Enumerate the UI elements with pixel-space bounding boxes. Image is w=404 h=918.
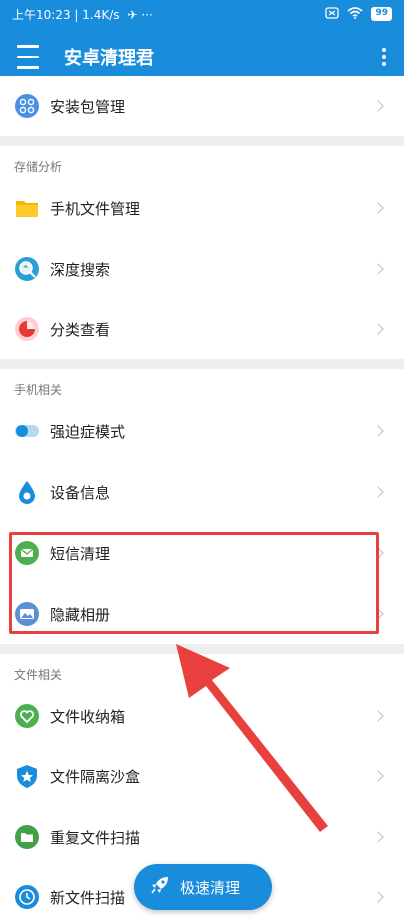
status-time: 上午10:23: [12, 7, 71, 22]
chevron-right-icon: [372, 100, 384, 112]
section-separator: [0, 644, 404, 654]
menu-item-hidden-album[interactable]: 隐藏相册: [0, 584, 404, 644]
search-globe-icon: [14, 256, 40, 282]
chevron-right-icon: [372, 263, 384, 275]
folder-green-icon: [14, 824, 40, 850]
menu-item-label: 文件隔离沙盒: [50, 767, 141, 786]
app-title: 安卓清理君: [64, 48, 154, 69]
photo-icon: [14, 601, 40, 627]
quick-clean-button[interactable]: 极速清理: [134, 864, 272, 910]
menu-item-device-info[interactable]: 设备信息: [0, 462, 404, 522]
wifi-icon: [347, 6, 363, 22]
status-bar: 上午10:23 | 1.4K/s ✈ ··· 99: [0, 0, 404, 28]
menu-item-label: 重复文件扫描: [50, 828, 141, 847]
toggle-icon: [14, 418, 40, 444]
chevron-right-icon: [372, 770, 384, 782]
menu-item-label: 新文件扫描: [50, 888, 126, 907]
clock-icon: [14, 884, 40, 910]
menu-item-duplicate-scan[interactable]: 重复文件扫描: [0, 807, 404, 867]
menu-item-label: 隐藏相册: [50, 605, 111, 624]
chevron-right-icon: [372, 486, 384, 498]
pie-chart-icon: [14, 316, 40, 342]
menu-item-apk-manager[interactable]: 安装包管理: [0, 76, 404, 136]
bird-icon: ✈: [127, 7, 138, 22]
menu-item-label: 深度搜索: [50, 260, 111, 279]
folder-icon: [14, 195, 40, 221]
rocket-icon: [150, 875, 170, 899]
menu-item-label: 设备信息: [50, 483, 111, 502]
chevron-right-icon: [372, 710, 384, 722]
chevron-right-icon: [372, 202, 384, 214]
menu-item-label: 强迫症模式: [50, 422, 126, 441]
status-left: 上午10:23 | 1.4K/s ✈ ···: [12, 6, 325, 23]
menu-item-sms-clean[interactable]: 短信清理: [0, 523, 404, 583]
menu-item-label: 文件收纳箱: [50, 707, 126, 726]
chevron-right-icon: [372, 547, 384, 559]
network-speed: 1.4K/s: [82, 7, 120, 22]
menu-item-label: 安装包管理: [50, 97, 126, 116]
drop-icon: [14, 479, 40, 505]
quick-clean-label: 极速清理: [180, 878, 241, 897]
sim-off-icon: [325, 6, 340, 22]
chevron-right-icon: [372, 891, 384, 903]
menu-item-sandbox[interactable]: 文件隔离沙盒: [0, 746, 404, 806]
menu-item-ocd-mode[interactable]: 强迫症模式: [0, 401, 404, 461]
menu-item-label: 短信清理: [50, 544, 111, 563]
mail-icon: [14, 540, 40, 566]
menu-item-deep-search[interactable]: 深度搜索: [0, 239, 404, 299]
chevron-right-icon: [372, 425, 384, 437]
status-right: 99: [325, 6, 392, 22]
menu-item-label: 手机文件管理: [50, 199, 141, 218]
apps-grid-icon: [14, 93, 40, 119]
section-separator: [0, 136, 404, 146]
chevron-right-icon: [372, 323, 384, 335]
heart-icon: [14, 703, 40, 729]
menu-item-file-manager[interactable]: 手机文件管理: [0, 178, 404, 238]
chevron-right-icon: [372, 831, 384, 843]
battery-icon: 99: [371, 7, 392, 21]
section-separator: [0, 359, 404, 369]
shield-icon: [14, 763, 40, 789]
menu-item-file-box[interactable]: 文件收纳箱: [0, 686, 404, 746]
chevron-right-icon: [372, 608, 384, 620]
menu-item-label: 分类查看: [50, 320, 111, 339]
menu-item-category-view[interactable]: 分类查看: [0, 299, 404, 359]
more-notifications-icon: ···: [141, 7, 153, 22]
